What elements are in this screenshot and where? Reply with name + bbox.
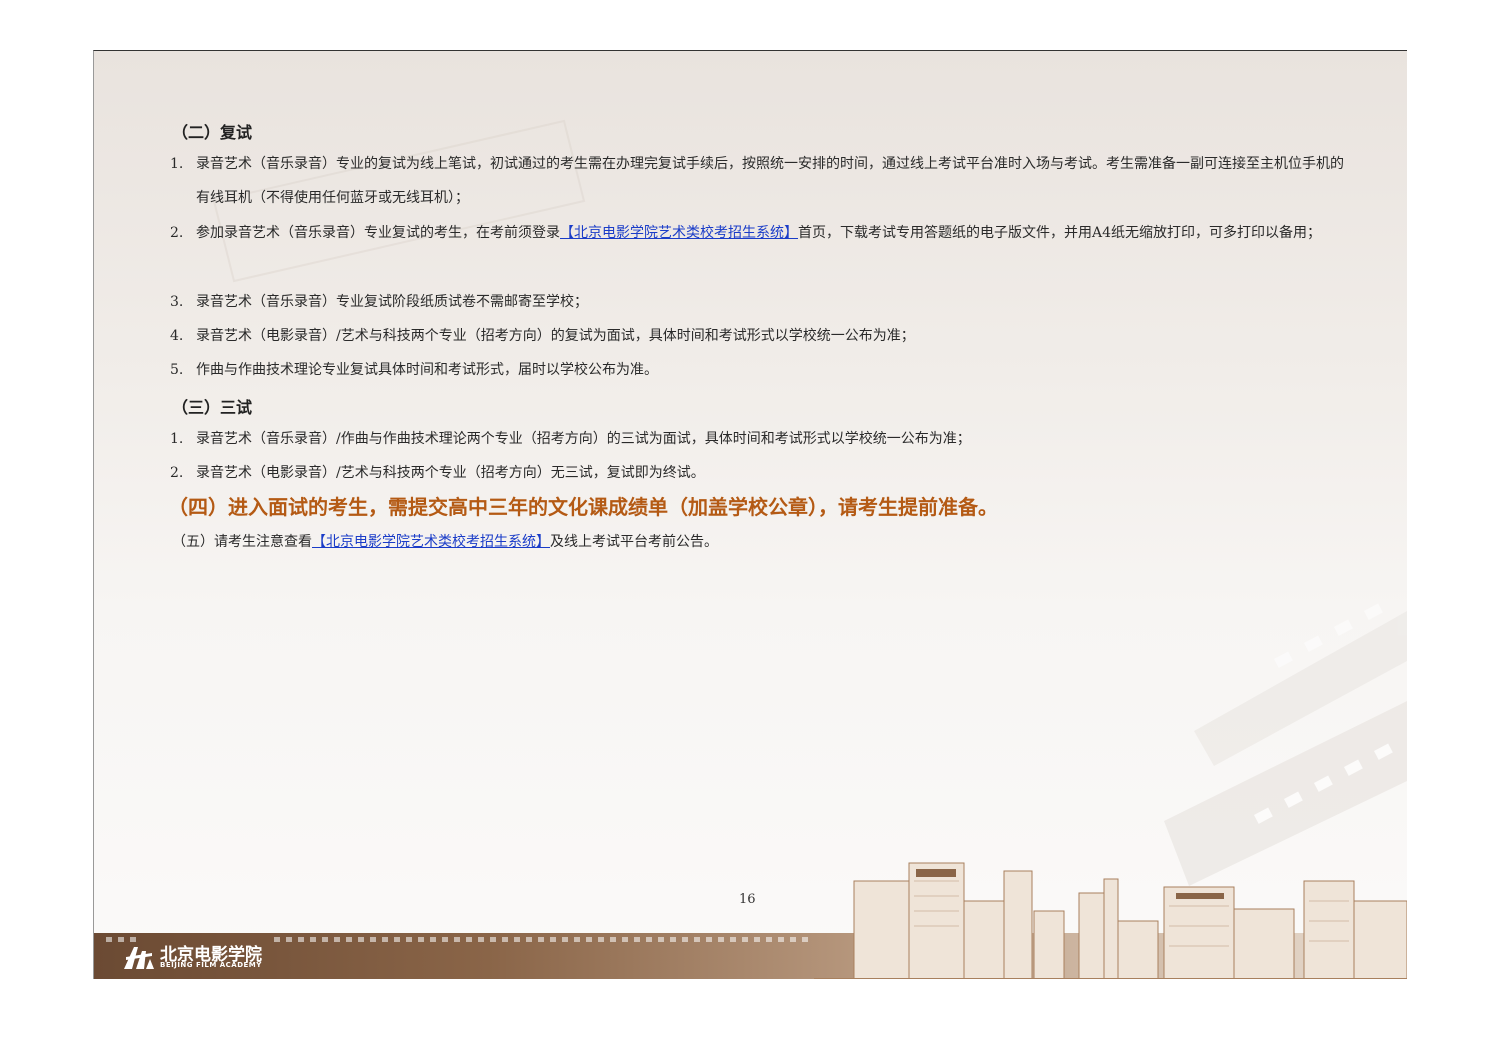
admission-system-link[interactable]: 【北京电影学院艺术类校考招生系统】 — [312, 534, 550, 550]
retest-item-4: 4. 录音艺术（电影录音）/艺术与科技两个专业（招考方向）的复试为面试，具体时间… — [170, 319, 1350, 353]
item-text: 作曲与作曲技术理论专业复试具体时间和考试形式，届时以学校公布为准。 — [196, 362, 658, 378]
building-sign — [916, 869, 956, 877]
item-text: 录音艺术（电影录音）/艺术与科技两个专业（招考方向）的复试为面试，具体时间和考试… — [196, 328, 915, 344]
item-number: 1. — [170, 156, 184, 172]
beijing-film-academy-logo-icon — [124, 947, 154, 969]
item-text-after: 首页，下载考试专用答题纸的电子版文件，并用A4纸无缩放打印，可多打印以备用； — [798, 225, 1322, 241]
transcript-notice: （四）进入面试的考生，需提交高中三年的文化课成绩单（加盖学校公章），请考生提前准… — [168, 495, 998, 519]
note-text-before: （五）请考生注意查看 — [172, 534, 312, 550]
item-number: 4. — [170, 328, 184, 344]
page-number: 16 — [739, 892, 756, 907]
item-number: 5. — [170, 362, 184, 378]
item-text: 录音艺术（音乐录音）/作曲与作曲技术理论两个专业（招考方向）的三试为面试，具体时… — [196, 431, 971, 447]
content-area: （二）复试 1. 录音艺术（音乐录音）专业的复试为线上笔试，初试通过的考生需在办… — [94, 51, 1407, 979]
item-text-before: 参加录音艺术（音乐录音）专业复试的考生，在考前须登录 — [196, 225, 560, 241]
campus-skyline-illustration — [814, 862, 1407, 979]
item-number: 1. — [170, 431, 184, 447]
logo-english-name: BEIJING FILM ACADEMY — [160, 961, 262, 969]
retest-item-2: 2. 参加录音艺术（音乐录音）专业复试的考生，在考前须登录【北京电影学院艺术类校… — [170, 216, 1350, 250]
third-test-item-2: 2. 录音艺术（电影录音）/艺术与科技两个专业（招考方向）无三试，复试即为终试。 — [170, 456, 1350, 490]
retest-item-5: 5. 作曲与作曲技术理论专业复试具体时间和考试形式，届时以学校公布为准。 — [170, 353, 1350, 387]
retest-item-1: 1. 录音艺术（音乐录音）专业的复试为线上笔试，初试通过的考生需在办理完复试手续… — [170, 147, 1350, 215]
announcement-note: （五）请考生注意查看【北京电影学院艺术类校考招生系统】及线上考试平台考前公告。 — [172, 529, 718, 555]
section-heading-retest: （二）复试 — [172, 123, 253, 142]
section-heading-third-test: （三）三试 — [172, 398, 253, 417]
item-text: 录音艺术（电影录音）/艺术与科技两个专业（招考方向）无三试，复试即为终试。 — [196, 465, 705, 481]
item-number: 2. — [170, 225, 184, 241]
item-text: 录音艺术（音乐录音）专业复试阶段纸质试卷不需邮寄至学校； — [196, 294, 588, 310]
item-text: 参加录音艺术（音乐录音）专业复试的考生，在考前须登录【北京电影学院艺术类校考招生… — [196, 216, 1350, 250]
item-number: 2. — [170, 465, 184, 481]
note-text-after: 及线上考试平台考前公告。 — [550, 534, 718, 550]
item-number: 3. — [170, 294, 184, 310]
document-page: （二）复试 1. 录音艺术（音乐录音）专业的复试为线上笔试，初试通过的考生需在办… — [93, 50, 1407, 979]
retest-item-3: 3. 录音艺术（音乐录音）专业复试阶段纸质试卷不需邮寄至学校； — [170, 285, 1350, 319]
third-test-item-1: 1. 录音艺术（音乐录音）/作曲与作曲技术理论两个专业（招考方向）的三试为面试，… — [170, 422, 1350, 456]
admission-system-link[interactable]: 【北京电影学院艺术类校考招生系统】 — [560, 225, 798, 241]
item-text: 录音艺术（音乐录音）专业的复试为线上笔试，初试通过的考生需在办理完复试手续后，按… — [196, 156, 1344, 206]
